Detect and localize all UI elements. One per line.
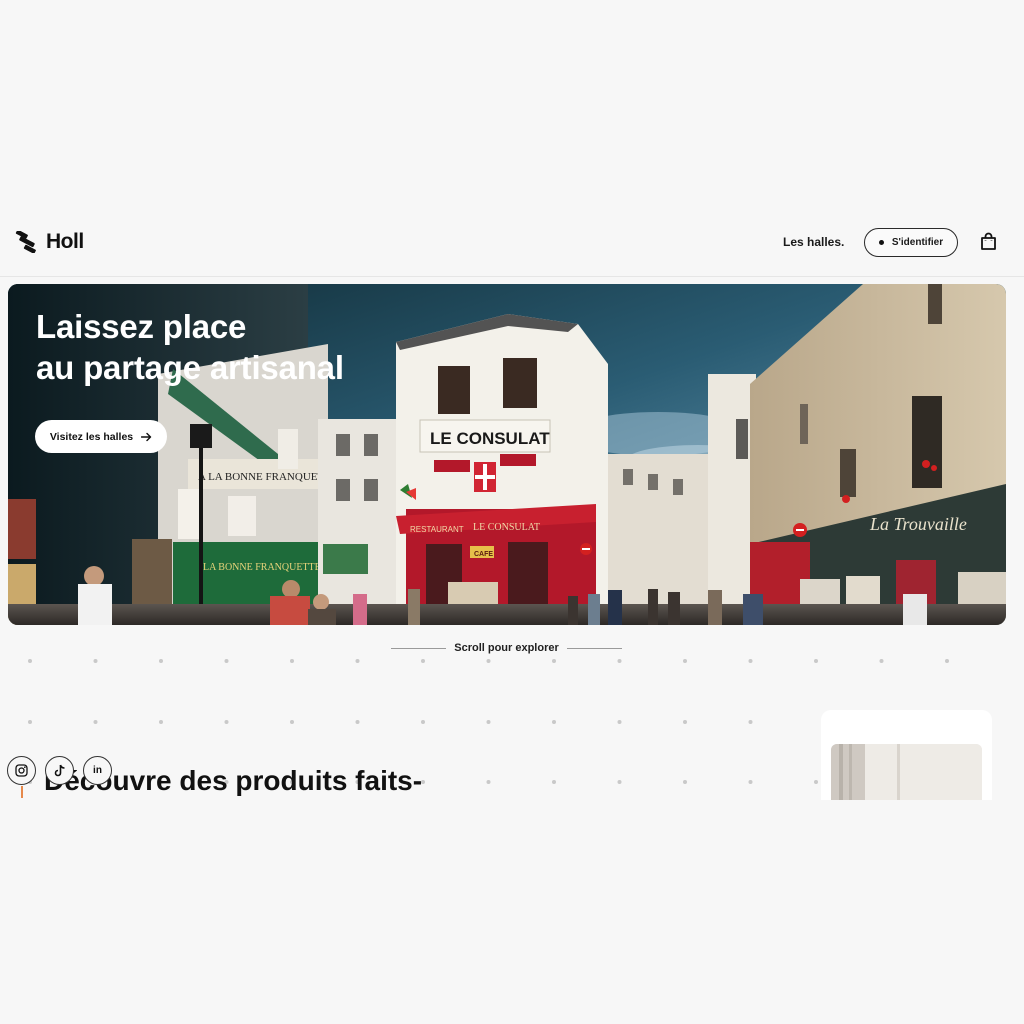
- svg-text:LE CONSULAT: LE CONSULAT: [430, 429, 550, 448]
- product-photo: [831, 744, 982, 800]
- grid-dot: [814, 659, 818, 663]
- visit-halls-button[interactable]: Visitez les halles: [35, 420, 167, 453]
- grid-dot: [93, 659, 98, 663]
- instagram-icon[interactable]: [7, 756, 36, 785]
- grid-dot: [355, 720, 360, 724]
- arrow-right-icon: [141, 432, 152, 441]
- grid-dot: [748, 659, 753, 663]
- product-card[interactable]: [821, 710, 992, 800]
- grid-dot: [683, 780, 687, 784]
- grid-dot: [224, 659, 229, 663]
- linkedin-label: in: [93, 765, 102, 776]
- grid-dot: [814, 780, 818, 784]
- logo-icon: [15, 231, 36, 253]
- grid-dot: [552, 659, 556, 663]
- instagram-glyph: [15, 764, 28, 777]
- visit-halls-label: Visitez les halles: [49, 430, 134, 443]
- scroll-hint-label: Scroll pour explorer: [454, 642, 559, 654]
- hero-title-line-1: Laissez place: [36, 308, 247, 345]
- grid-dot: [486, 659, 491, 663]
- svg-text:La Trouvaille: La Trouvaille: [869, 514, 967, 534]
- grid-dot: [552, 720, 556, 724]
- grid-dot: [159, 659, 163, 663]
- grid-dot: [683, 720, 687, 724]
- accent-marker: [21, 786, 23, 798]
- svg-text:RESTAURANT: RESTAURANT: [410, 525, 464, 534]
- divider-line-left: [391, 647, 447, 649]
- grid-dot: [290, 659, 294, 663]
- tiktok-icon[interactable]: [45, 756, 74, 785]
- grid-dot: [617, 659, 622, 663]
- tiktok-glyph: [54, 764, 65, 777]
- grid-dot: [355, 659, 360, 663]
- linkedin-icon[interactable]: in: [83, 756, 112, 785]
- login-label: S'identifier: [891, 237, 944, 248]
- grid-dot: [421, 659, 425, 663]
- login-button[interactable]: S'identifier: [864, 228, 958, 257]
- shopping-bag-icon[interactable]: [979, 232, 998, 251]
- nav-link-les-halles[interactable]: Les halles.: [783, 235, 844, 249]
- svg-text:CAFE: CAFE: [474, 551, 493, 558]
- grid-dot: [552, 780, 556, 784]
- grid-dot: [879, 659, 884, 663]
- grid-dot: [617, 780, 622, 784]
- logo[interactable]: Holl: [14, 230, 84, 254]
- grid-dot: [945, 659, 949, 663]
- grid-dot: [290, 720, 294, 724]
- grid-dot: [93, 720, 98, 724]
- divider-line-right: [566, 647, 622, 649]
- grid-dot: [683, 659, 687, 663]
- hero-banner: A LA BONNE FRANQUETTE LA BONNE FRANQUETT…: [8, 284, 1006, 625]
- grid-dot: [28, 720, 32, 724]
- grid-dot: [617, 720, 622, 724]
- grid-dot: [486, 720, 491, 724]
- grid-dot: [28, 659, 32, 663]
- product-card-image: [831, 744, 982, 800]
- dot-icon: [878, 240, 884, 245]
- hero-title-line-2: au partage artisanal: [36, 349, 344, 386]
- hero-title: Laissez place au partage artisanal: [36, 306, 344, 388]
- svg-text:LE CONSULAT: LE CONSULAT: [473, 522, 540, 533]
- grid-dot: [748, 780, 753, 784]
- social-links: in: [7, 756, 112, 786]
- grid-dot: [486, 780, 491, 784]
- grid-dot: [224, 720, 229, 724]
- svg-text:A LA BONNE FRANQUETTE: A LA BONNE FRANQUETTE: [198, 471, 338, 483]
- grid-dot: [748, 720, 753, 724]
- scroll-hint: Scroll pour explorer: [391, 640, 622, 656]
- grid-dot: [159, 720, 163, 724]
- logo-text: Holl: [46, 230, 84, 253]
- grid-dot: [421, 720, 425, 724]
- site-header: Holl Les halles. S'identifier: [0, 214, 1024, 277]
- svg-text:LA BONNE FRANQUETTE: LA BONNE FRANQUETTE: [203, 562, 321, 573]
